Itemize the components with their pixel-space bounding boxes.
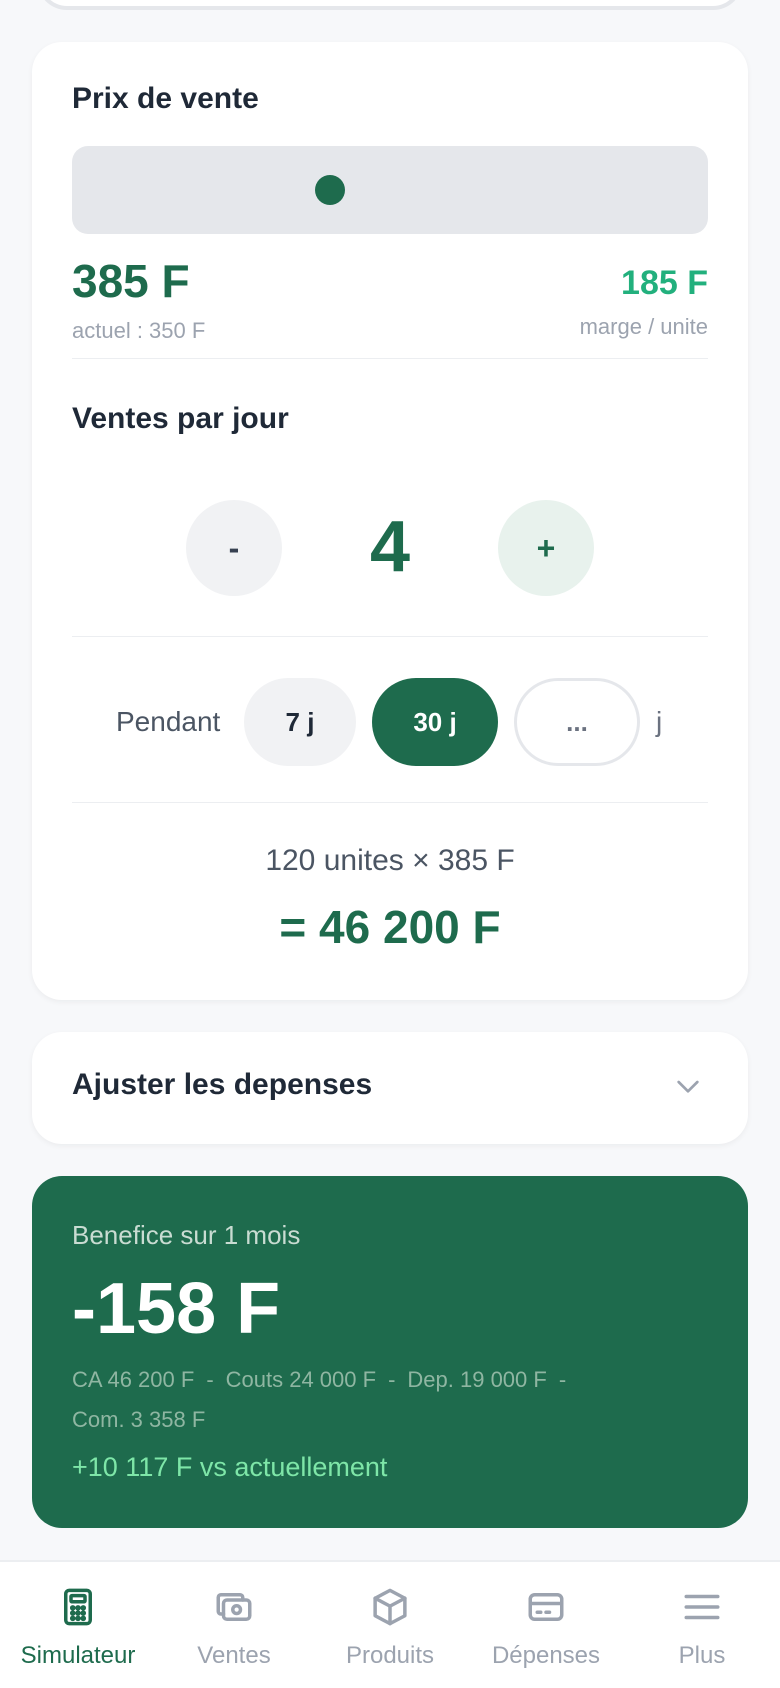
nav-item-depenses[interactable]: Dépenses [468, 1586, 624, 1670]
profit-breakdown: CA 46 200 F - Couts 24 000 F - Dep. 19 000 F… [72, 1360, 672, 1440]
previous-card-edge [37, 0, 743, 10]
separator: - [206, 1367, 214, 1392]
chevron-down-icon [677, 1080, 699, 1093]
adjust-expenses-accordion[interactable]: Ajuster les depenses [32, 1032, 748, 1144]
nav-label: Dépenses [491, 1642, 601, 1669]
nav-item-plus[interactable]: Plus [624, 1586, 780, 1670]
duration-custom-input[interactable]: ... [514, 678, 640, 766]
cash-icon [216, 1593, 252, 1621]
duration-label: Pendant [116, 706, 221, 737]
nav-item-produits[interactable]: Produits [312, 1586, 468, 1670]
nav-label: Ventes [197, 1642, 271, 1669]
calculation-line: 120 unites × 385 F [265, 844, 515, 877]
simulator-card: Prix de vente 385 F actuel : 350 F 185 F… [32, 42, 748, 1000]
profit-delta: +10 117 F vs actuellement [72, 1452, 388, 1482]
price-title: Prix de vente [72, 82, 259, 115]
profit-label: Benefice sur 1 mois [72, 1220, 301, 1250]
duration-unit: j [656, 706, 663, 737]
box-icon [373, 1588, 407, 1626]
revenue-amount: CA 46 200 F [72, 1367, 195, 1392]
current-price: actuel : 350 F [72, 318, 206, 343]
nav-item-ventes[interactable]: Ventes [156, 1586, 312, 1670]
nav-label: Plus [678, 1642, 726, 1669]
costs-amount: Couts 24 000 F [225, 1367, 377, 1392]
card-icon [528, 1593, 564, 1621]
divider [72, 802, 708, 803]
calculation-total: = 46 200 F [279, 901, 501, 953]
nav-item-simulateur[interactable]: Simulateur [0, 1586, 156, 1670]
expenses-amount: Dep. 19 000 F [407, 1367, 547, 1392]
price-slider[interactable] [72, 146, 708, 234]
unit-margin-value: 185 F [621, 264, 708, 302]
divider [72, 358, 708, 359]
bottom-navigation: Simulateur Ventes Produits Dépenses Plus [0, 1560, 780, 1688]
profit-value: -158 F [72, 1269, 281, 1349]
decrement-button[interactable]: - [186, 500, 282, 596]
menu-icon [684, 1594, 720, 1620]
duration-30-days-button[interactable]: 30 j [372, 678, 498, 766]
nav-label: Produits [345, 1642, 435, 1669]
nav-label: Simulateur [20, 1642, 136, 1669]
duration-7-days-button[interactable]: 7 j [244, 678, 356, 766]
adjust-expenses-title: Ajuster les depenses [72, 1068, 373, 1101]
increment-button[interactable]: + [498, 500, 594, 596]
separator: - [388, 1367, 396, 1392]
separator: - [558, 1367, 567, 1392]
sales-title: Ventes par jour [72, 402, 289, 435]
commission-amount: Com. 3 358 F [72, 1407, 206, 1432]
price-slider-thumb[interactable] [314, 175, 345, 205]
profit-summary-card: Benefice sur 1 mois -158 F CA 46 200 F-C… [32, 1176, 748, 1528]
unit-margin-label: marge / unite [579, 314, 708, 339]
selected-price: 385 F [72, 255, 190, 307]
divider [72, 636, 708, 637]
calculator-icon [64, 1588, 92, 1626]
daily-sales-quantity: 4 [369, 507, 411, 587]
